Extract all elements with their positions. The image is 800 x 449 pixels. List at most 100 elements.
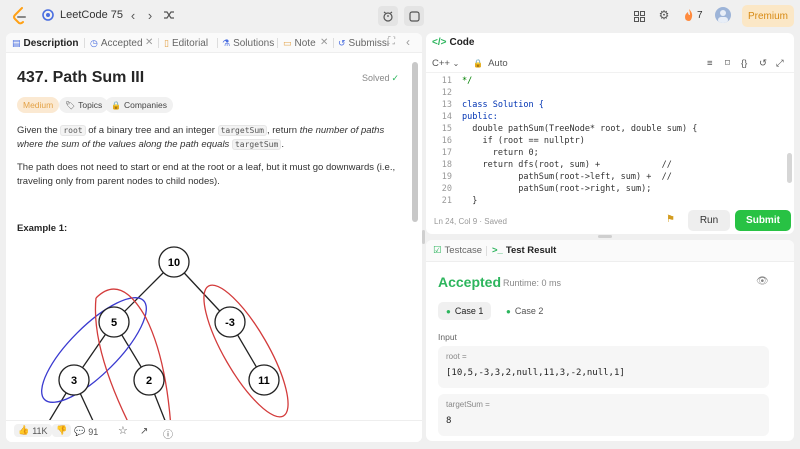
tab-divider	[486, 246, 487, 256]
maximize-icon[interactable]: ⛶	[388, 36, 395, 47]
code-editor[interactable]: 11 */ 12 13 class Solution { 14 public: 15 …	[426, 76, 786, 211]
companies-label: Companies	[123, 100, 167, 110]
input-value: [10,5,-3,3,2,null,11,3,-2,null,1]	[446, 368, 625, 378]
companies-tag[interactable]: 🔒 Companies	[105, 97, 173, 113]
settings-gear-icon[interactable]: ⚙	[657, 8, 671, 22]
run-button[interactable]: Run	[688, 210, 730, 231]
braces-icon[interactable]: {}	[741, 58, 747, 69]
timer-icon[interactable]	[378, 6, 398, 26]
reset-icon[interactable]: ↺	[759, 58, 767, 69]
code-header-label: Code	[449, 37, 475, 48]
tab-solutions-label: Solutions	[233, 37, 275, 49]
tab-editorial-label: Editorial	[171, 37, 209, 49]
collapse-icon[interactable]: ‹	[406, 35, 410, 49]
tree-node: 5	[98, 306, 130, 338]
input-key: root =	[446, 352, 467, 361]
tab-solutions[interactable]: ⚗ Solutions	[222, 33, 274, 53]
notes-icon[interactable]	[404, 6, 424, 26]
tab-description[interactable]: ▤ Description	[12, 33, 79, 53]
submit-button[interactable]: Submit	[735, 210, 791, 231]
expand-icon[interactable]: ⤢	[776, 58, 784, 69]
case-1-label: Case 1	[454, 306, 484, 316]
close-tab-icon[interactable]: ✕	[320, 37, 328, 48]
help-icon[interactable]: ⓘ	[163, 426, 173, 441]
prev-problem-icon[interactable]: ‹	[126, 8, 140, 23]
line-code: double pathSum(TreeNode* root, double su…	[462, 124, 698, 134]
format-icon[interactable]: ≡	[707, 58, 713, 69]
line-code: return dfs(root, sum) + //	[462, 160, 672, 170]
topics-tag[interactable]: 🏷 Topics	[59, 97, 109, 113]
horizontal-resize-handle[interactable]	[598, 235, 612, 238]
line-number: 11	[441, 76, 452, 86]
input-label: Input	[438, 332, 457, 342]
line-code: pathSum(root->right, sum);	[462, 184, 652, 194]
like-count: 11K	[32, 425, 48, 436]
code-header: </> Code	[432, 37, 474, 48]
language-label: C++	[432, 58, 450, 69]
shuffle-icon[interactable]	[162, 8, 176, 22]
comments-button[interactable]: 💬 91	[74, 426, 98, 437]
tag-icon: 🏷	[65, 100, 76, 110]
result-panel: ☑ Testcase >_ Test Result Accepted Runti…	[426, 240, 794, 441]
description-scrollbar[interactable]	[412, 62, 418, 222]
check-circle-icon: ✓	[391, 73, 400, 83]
line-number: 14	[441, 112, 452, 122]
input-target-box: targetSum = 8	[438, 394, 769, 436]
tab-note[interactable]: ▭ Note	[283, 33, 316, 53]
editor-scrollbar[interactable]	[787, 153, 792, 183]
auto-mode[interactable]: 🔒 Auto	[473, 58, 508, 69]
problem-actions-bar: 👍 11K 👎 💬 91 ☆ ↗ ⓘ	[6, 420, 422, 442]
leetcode-logo-icon[interactable]	[10, 6, 30, 26]
eye-icon[interactable]: 👁	[756, 276, 769, 287]
tab-test-result[interactable]: >_ Test Result	[492, 245, 556, 256]
case-2-button[interactable]: ● Case 2	[498, 302, 551, 320]
input-key: targetSum =	[446, 400, 490, 409]
code-brackets-icon: </>	[432, 37, 447, 48]
desc-text: Given the	[17, 125, 61, 136]
avatar[interactable]	[715, 7, 731, 23]
like-button[interactable]: 👍 11K	[14, 424, 52, 437]
example-tree-diagram: 10 5 -3 3 2 11	[41, 246, 289, 423]
line-code: }	[462, 196, 478, 206]
debug-icon[interactable]: ⚑	[666, 214, 675, 225]
streak-flame-icon[interactable]	[683, 8, 695, 22]
line-number: 20	[441, 184, 452, 194]
runtime-text: Runtime: 0 ms	[503, 278, 562, 288]
close-tab-icon[interactable]: ✕	[145, 37, 153, 48]
result-tabbar: ☑ Testcase >_ Test Result	[426, 240, 794, 262]
problem-panel: ▤ Description ◷ Accepted ✕ ▯ Editorial ⚗…	[6, 33, 422, 442]
case-1-button[interactable]: ● Case 1	[438, 302, 492, 320]
favorite-star-icon[interactable]: ☆	[118, 424, 128, 437]
tab-accepted[interactable]: ◷ Accepted	[90, 33, 143, 53]
line-number: 12	[441, 88, 452, 98]
premium-button[interactable]: Premium	[742, 5, 794, 27]
study-plan-title[interactable]: LeetCode 75	[60, 9, 123, 21]
note-icon: ▭	[283, 37, 292, 48]
next-problem-icon[interactable]: ›	[143, 8, 157, 23]
language-select[interactable]: C++ ⌄	[432, 58, 459, 69]
tab-submissions[interactable]: ↺ Submissi	[338, 33, 389, 53]
inline-code: targetSum	[217, 125, 267, 136]
bookmark-icon[interactable]: ⌑	[725, 58, 730, 69]
description-paragraph: Given the root of a binary tree and an i…	[17, 124, 397, 152]
tree-node: 11	[248, 364, 280, 396]
line-code: return 0;	[462, 148, 539, 158]
desc-text: .	[281, 139, 284, 150]
tree-node-label: 10	[168, 257, 180, 269]
share-icon[interactable]: ↗	[140, 426, 148, 437]
dislike-button[interactable]: 👎	[52, 424, 72, 437]
problem-list-icon[interactable]	[41, 8, 55, 22]
difficulty-badge[interactable]: Medium	[17, 97, 60, 113]
problem-title: 437. Path Sum III	[17, 69, 145, 86]
layout-grid-icon[interactable]	[632, 9, 646, 23]
tab-testcase-label: Testcase	[444, 245, 483, 256]
code-panel: </> Code C++ ⌄ 🔒 Auto ≡ ⌑ {} ↺ ⤢ 11 */ 12 …	[426, 33, 794, 234]
input-root-box: root = [10,5,-3,3,2,null,11,3,-2,null,1]	[438, 346, 769, 388]
editor-status: Ln 24, Col 9 · Saved	[434, 217, 507, 226]
tree-node-label: 11	[258, 375, 270, 387]
line-number: 18	[441, 160, 452, 170]
tab-editorial[interactable]: ▯ Editorial	[164, 33, 208, 53]
tree-node-label: 3	[71, 375, 77, 387]
tab-testcase[interactable]: ☑ Testcase	[433, 245, 482, 256]
vertical-resize-handle[interactable]	[422, 230, 425, 244]
